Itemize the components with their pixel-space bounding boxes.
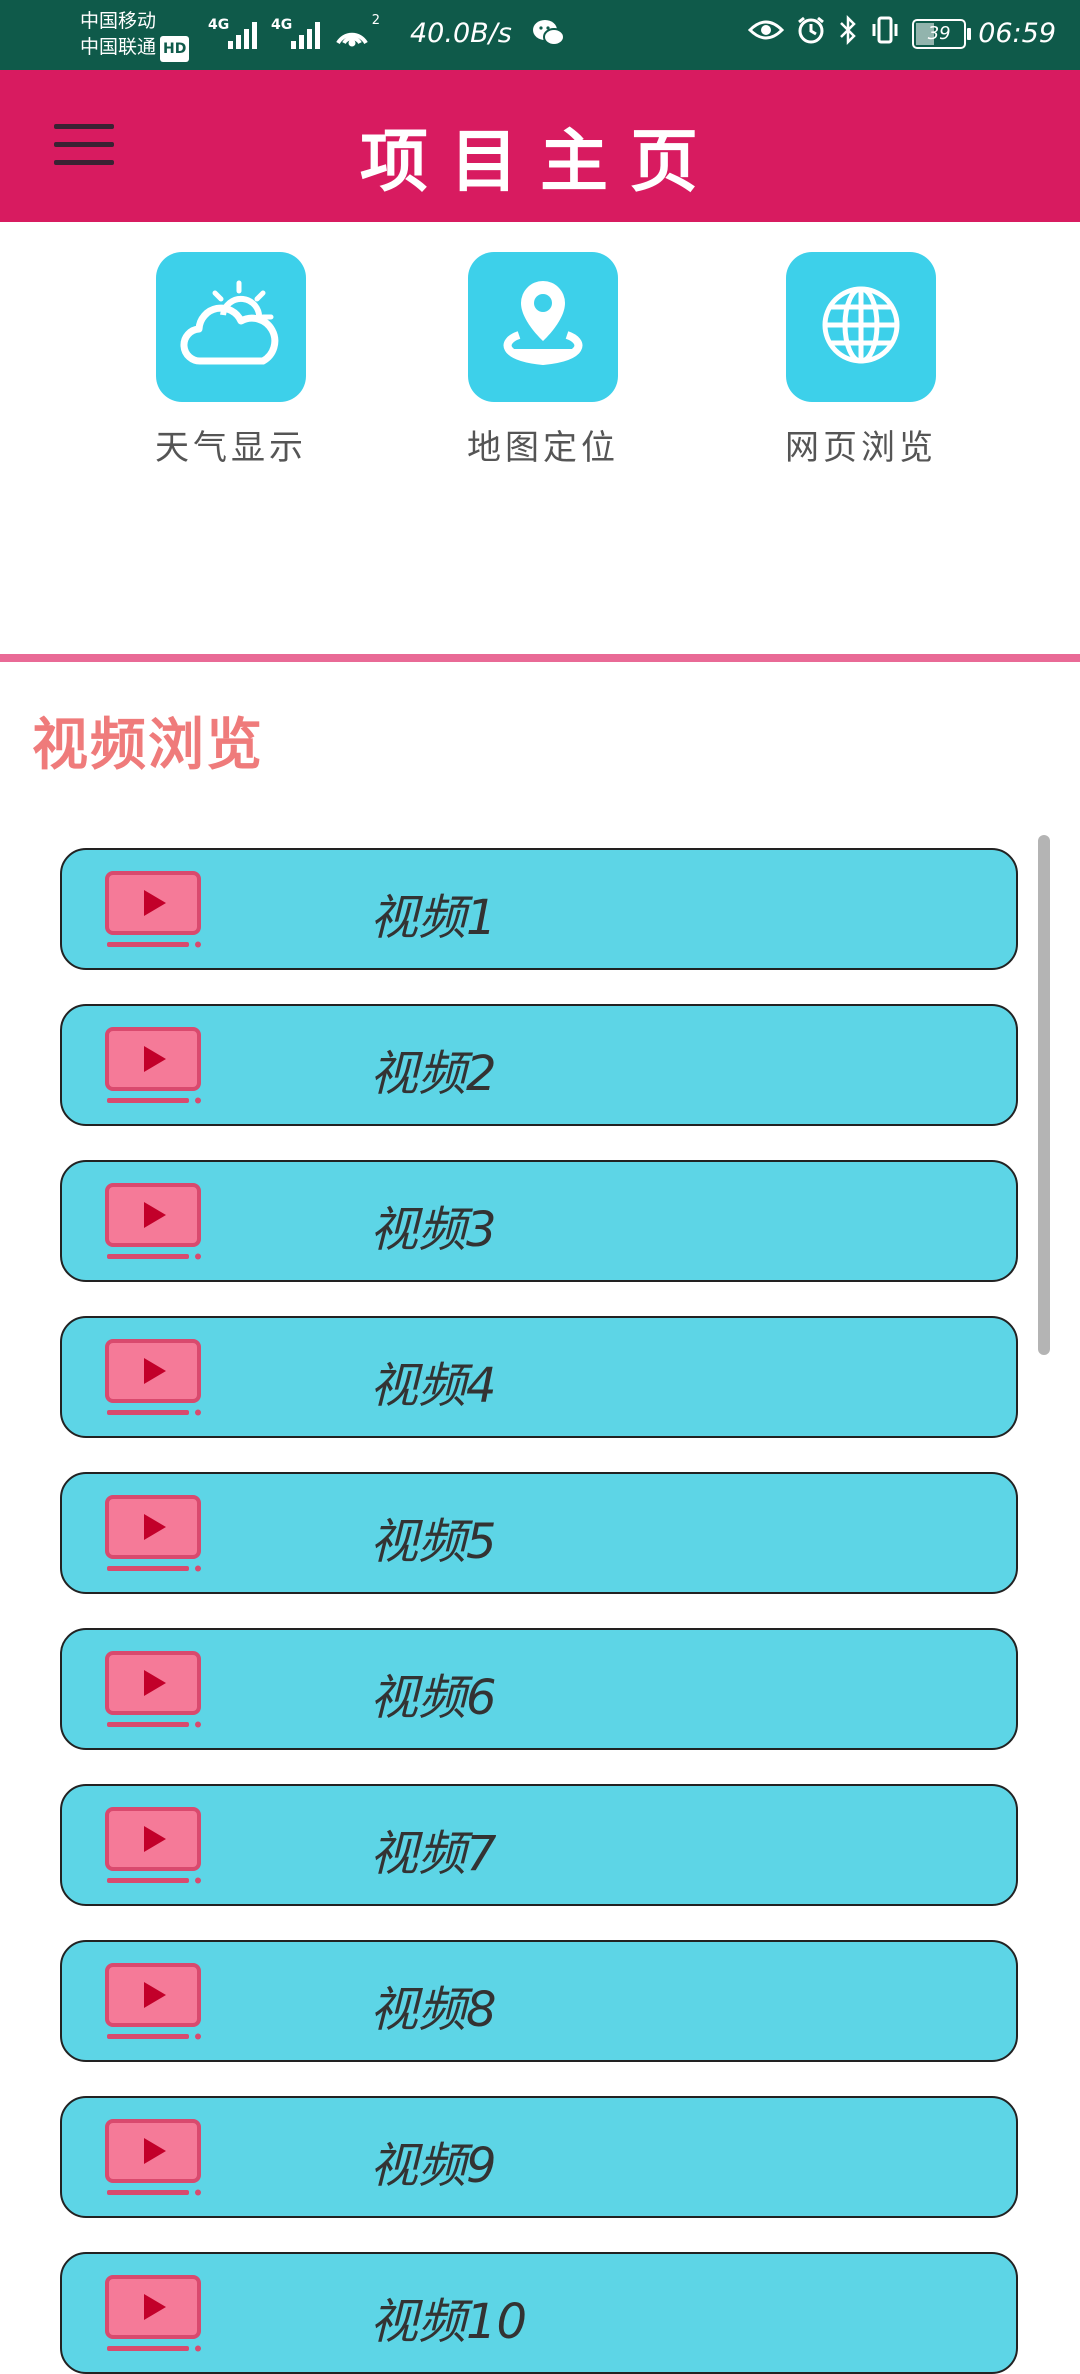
carrier-2: 中国联通 — [80, 36, 157, 58]
feature-map-button[interactable] — [468, 252, 618, 402]
video-label: 视频6 — [370, 1670, 497, 1726]
bluetooth-icon — [838, 14, 858, 53]
feature-weather[interactable]: 天气显示 — [131, 252, 331, 469]
status-right: 39 06:59 — [748, 14, 1056, 53]
video-item-10[interactable]: 视频10 — [60, 2252, 1018, 2374]
list-scrollbar[interactable] — [1038, 835, 1050, 1355]
hotspot-icon: 2 — [334, 13, 380, 49]
section-divider — [0, 654, 1080, 662]
video-play-icon — [104, 1806, 204, 1888]
signal-strength-icon-2: 4G — [271, 17, 320, 49]
video-label: 视频7 — [370, 1826, 497, 1882]
page-title: 项目主页 — [359, 122, 720, 202]
video-label: 视频4 — [370, 1358, 497, 1414]
feature-map[interactable]: 地图定位 — [443, 252, 643, 469]
feature-map-label: 地图定位 — [467, 428, 619, 468]
video-item-6[interactable]: 视频6 — [60, 1628, 1018, 1750]
video-play-icon — [104, 1962, 204, 2044]
video-label: 视频5 — [370, 1514, 497, 1570]
battery-level: 39 — [927, 22, 951, 44]
eye-icon — [748, 18, 785, 49]
battery-icon: 39 — [912, 18, 972, 49]
globe-icon — [819, 283, 903, 371]
hotspot-count: 2 — [371, 13, 380, 28]
wechat-notification-icon — [532, 18, 566, 52]
video-label: 视频10 — [370, 2294, 528, 2350]
weather-icon — [179, 279, 283, 375]
vibrate-icon — [870, 15, 900, 52]
hd-badge: HD — [160, 36, 190, 62]
video-item-7[interactable]: 视频7 — [60, 1784, 1018, 1906]
video-play-icon — [104, 1338, 204, 1420]
video-label: 视频1 — [370, 890, 497, 946]
video-play-icon — [104, 1494, 204, 1576]
signal-strength-icon: 4G — [208, 17, 257, 49]
video-play-icon — [104, 1650, 204, 1732]
feature-web-label: 网页浏览 — [785, 428, 937, 468]
video-label: 视频3 — [370, 1202, 497, 1258]
feature-weather-button[interactable] — [156, 252, 306, 402]
alarm-icon — [796, 15, 826, 52]
video-play-icon — [104, 1182, 204, 1264]
video-label: 视频9 — [370, 2138, 497, 2194]
map-location-icon — [491, 273, 595, 381]
video-play-icon — [104, 2274, 204, 2356]
video-play-icon — [104, 2118, 204, 2200]
video-item-8[interactable]: 视频8 — [60, 1940, 1018, 2062]
feature-web-button[interactable] — [786, 252, 936, 402]
video-item-1[interactable]: 视频1 — [60, 848, 1018, 970]
clock: 06:59 — [978, 18, 1056, 49]
section-title: 视频浏览 — [32, 712, 264, 778]
carrier-info: 中国移动 中国联通 HD — [80, 8, 190, 62]
video-item-4[interactable]: 视频4 — [60, 1316, 1018, 1438]
app-bar: 项目主页 — [0, 70, 1080, 222]
video-play-icon — [104, 1026, 204, 1108]
carrier-1: 中国移动 — [80, 10, 157, 32]
video-item-5[interactable]: 视频5 — [60, 1472, 1018, 1594]
video-label: 视频2 — [370, 1046, 497, 1102]
video-item-2[interactable]: 视频2 — [60, 1004, 1018, 1126]
status-bar: 中国移动 中国联通 HD 4G 4G 2 40.0B/s 39 06:59 — [0, 0, 1080, 70]
video-label: 视频8 — [370, 1982, 497, 2038]
network-type-1: 4G — [208, 17, 230, 33]
network-speed: 40.0B/s — [410, 18, 512, 49]
network-type-2: 4G — [271, 17, 293, 33]
feature-web[interactable]: 网页浏览 — [761, 252, 961, 469]
video-item-9[interactable]: 视频9 — [60, 2096, 1018, 2218]
signal-icons: 4G 4G 2 — [208, 13, 380, 49]
feature-weather-label: 天气显示 — [155, 428, 307, 468]
video-play-icon — [104, 870, 204, 952]
video-item-3[interactable]: 视频3 — [60, 1160, 1018, 1282]
